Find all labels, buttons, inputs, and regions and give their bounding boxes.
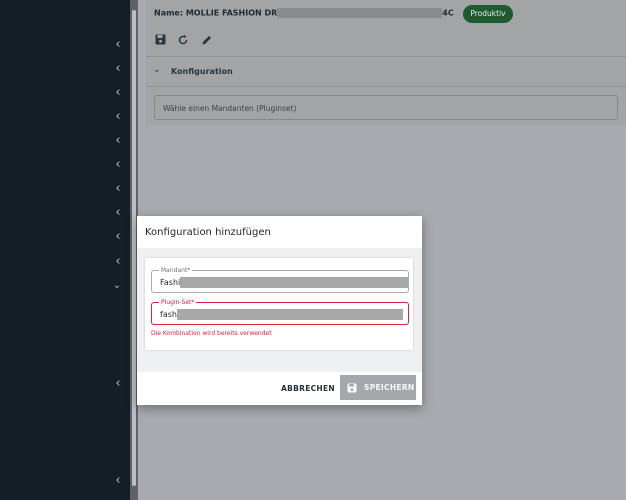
plugin-set-value-text: fash (160, 310, 177, 319)
chevron-left-icon[interactable]: ‹ (113, 182, 123, 196)
plugin-set-field[interactable]: Plugin-Set* fash (151, 298, 409, 325)
save-button-label: SPEICHERN (364, 383, 415, 392)
save-button[interactable]: SPEICHERN (340, 375, 416, 400)
error-message: Die Kombination wird bereits verwendet (151, 330, 272, 337)
chevron-left-icon[interactable]: ‹ (113, 230, 123, 244)
chevron-left-icon[interactable]: ‹ (113, 474, 123, 488)
save-icon (347, 383, 357, 393)
cancel-button[interactable]: ABBRECHEN (277, 380, 339, 398)
mandant-value: Fashi (160, 277, 409, 288)
dialog-title: Konfiguration hinzufügen (145, 227, 271, 238)
add-configuration-dialog: Konfiguration hinzufügen Mandant* Fashi … (137, 216, 422, 405)
chevron-left-icon[interactable]: ‹ (113, 206, 123, 220)
sidebar: ‹ ‹ ‹ ‹ ‹ ‹ ‹ ‹ ‹ ‹ ⌄ ‹ ‹ (0, 0, 130, 500)
divider (146, 56, 626, 57)
name-suffix: 4C (442, 8, 454, 18)
mandant-value-text: Fashi (160, 278, 181, 287)
dialog-actions: ABBRECHEN SPEICHERN (137, 372, 422, 405)
scrollbar-thumb[interactable] (132, 10, 136, 486)
name-row: Name: MOLLIE FASHION DR 4C (154, 8, 454, 22)
form-card: Mandant* Fashi Plugin-Set* fash Die Komb… (145, 258, 413, 350)
save-icon[interactable] (154, 34, 166, 46)
chevron-down-icon[interactable]: ⌄ (112, 279, 122, 293)
chevron-left-icon[interactable]: ‹ (113, 377, 123, 391)
chevron-left-icon[interactable]: ‹ (113, 62, 123, 76)
section-title: Konfiguration (171, 67, 233, 76)
dialog-body: Mandant* Fashi Plugin-Set* fash Die Komb… (137, 248, 422, 372)
mandant-label: Mandant* (159, 266, 193, 275)
detail-card: Name: MOLLIE FASHION DR 4C Produktiv ⌄ Ko… (146, 0, 626, 126)
redacted-block (176, 309, 403, 320)
chevron-left-icon[interactable]: ‹ (113, 158, 123, 172)
plugin-set-value: fash (160, 309, 403, 320)
chevron-left-icon[interactable]: ‹ (113, 110, 123, 124)
redacted-block (180, 277, 409, 288)
status-badge: Produktiv (463, 5, 513, 23)
chevron-left-icon[interactable]: ‹ (113, 134, 123, 148)
name-label: Name: MOLLIE FASHION DR (154, 8, 278, 18)
chevron-left-icon[interactable]: ‹ (113, 255, 123, 269)
section-header-konfiguration[interactable]: ⌄ Konfiguration (146, 60, 626, 84)
redacted-block (277, 8, 443, 18)
refresh-icon[interactable] (177, 34, 189, 46)
mandant-field[interactable]: Mandant* Fashi (151, 266, 409, 293)
plugin-set-label: Plugin-Set* (159, 298, 197, 307)
edit-icon[interactable] (201, 34, 213, 46)
chevron-left-icon[interactable]: ‹ (113, 86, 123, 100)
chevron-down-icon[interactable]: ⌄ (153, 65, 161, 75)
divider (146, 86, 626, 87)
chevron-left-icon[interactable]: ‹ (113, 38, 123, 52)
mandant-select[interactable]: Wähle einen Mandanten (Pluginset) (154, 95, 618, 120)
